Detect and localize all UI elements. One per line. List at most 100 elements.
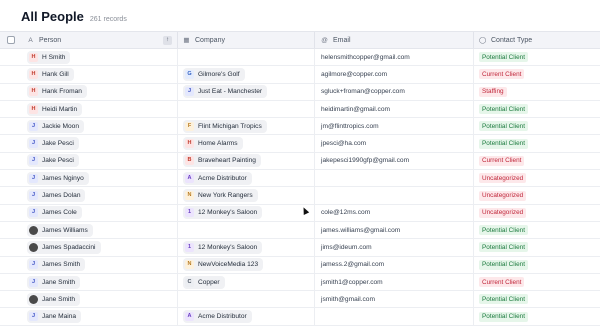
email-value[interactable]: jakepesci1990gfp@gmail.com (321, 157, 409, 164)
email-cell[interactable]: cole@12ms.com (315, 204, 474, 221)
email-cell[interactable] (315, 308, 474, 325)
company-cell[interactable]: A Acme Distributor (178, 308, 315, 325)
company-cell[interactable]: 1 12 Monkey's Saloon (178, 204, 315, 221)
person-chip[interactable]: J Jackie Moon (27, 119, 85, 133)
contact-type-cell[interactable]: Potential Client (474, 308, 600, 324)
person-cell[interactable]: James Williams (21, 221, 178, 239)
company-cell[interactable]: J Just Eat - Manchester (178, 83, 315, 100)
company-cell[interactable] (178, 49, 315, 66)
email-cell[interactable]: sgluck+froman@copper.com (315, 83, 474, 100)
email-cell[interactable] (315, 187, 474, 204)
table-row[interactable]: H H Smith helensmithcopper@gmail.com Pot… (0, 49, 600, 67)
email-value[interactable]: heidimartin@gmail.com (321, 106, 390, 113)
contact-type-cell[interactable]: Uncategorized (474, 170, 600, 186)
company-chip[interactable]: G Gilmore's Golf (183, 67, 245, 81)
table-row[interactable]: J James Smith N NewVoiceMedia 123 jamess… (0, 256, 600, 274)
person-cell[interactable]: J Jake Pesci (21, 152, 178, 170)
email-cell[interactable]: heidimartin@gmail.com (315, 100, 474, 118)
email-cell[interactable]: jm@flinttropics.com (315, 118, 474, 135)
person-chip[interactable]: H H Smith (27, 50, 71, 64)
contact-type-cell[interactable]: Current Client (474, 66, 600, 82)
person-cell[interactable]: James Spadaccini (21, 239, 178, 256)
person-cell[interactable]: H Hank Froman (21, 83, 178, 100)
person-chip[interactable]: H Heidi Martin (27, 102, 83, 116)
table-row[interactable]: J James Nginyo A Acme Distributor Uncate… (0, 170, 600, 188)
email-cell[interactable]: jims@ideum.com (315, 239, 474, 256)
company-chip[interactable]: A Acme Distributor (183, 171, 252, 185)
table-row[interactable]: H Hank Gill G Gilmore's Golf agilmore@co… (0, 66, 600, 84)
column-header-email[interactable]: @ Email (315, 32, 474, 48)
table-row[interactable]: J Jane Smith C Copper jsmith1@copper.com… (0, 273, 600, 292)
contact-type-cell[interactable]: Potential Client (474, 239, 600, 255)
email-cell[interactable]: helensmithcopper@gmail.com (315, 49, 474, 66)
company-chip[interactable]: B Braveheart Painting (183, 154, 261, 168)
contact-type-cell[interactable]: Staffing (474, 84, 600, 100)
person-chip[interactable]: James Spadaccini (27, 240, 101, 254)
person-chip[interactable]: Jane Smith (27, 292, 80, 306)
company-chip[interactable]: 1 12 Monkey's Saloon (183, 206, 263, 220)
contact-type-cell[interactable]: Potential Client (474, 118, 600, 134)
contact-type-cell[interactable]: Current Client (474, 274, 600, 290)
person-cell[interactable]: J Jake Pesci (21, 135, 178, 152)
email-cell[interactable]: james.williams@gmail.com (315, 221, 474, 239)
contact-type-cell[interactable]: Potential Client (474, 291, 600, 307)
company-chip[interactable]: N NewVoiceMedia 123 (183, 258, 264, 272)
contact-type-cell[interactable]: Uncategorized (474, 187, 600, 203)
email-value[interactable]: jims@ideum.com (321, 244, 372, 251)
company-cell[interactable]: F Flint Michigan Tropics (178, 118, 315, 135)
company-chip[interactable]: N New York Rangers (183, 189, 258, 203)
company-cell[interactable]: G Gilmore's Golf (178, 66, 315, 83)
contact-type-cell[interactable]: Potential Client (474, 222, 600, 238)
company-cell[interactable] (178, 100, 315, 118)
email-cell[interactable] (315, 170, 474, 187)
person-cell[interactable]: J James Cole (21, 204, 178, 221)
contact-type-cell[interactable]: Potential Client (474, 49, 600, 65)
email-cell[interactable]: jakepesci1990gfp@gmail.com (315, 152, 474, 170)
column-header-person[interactable]: A Person ↑ (21, 32, 178, 48)
company-cell[interactable]: H Home Alarms (178, 135, 315, 152)
table-row[interactable]: James Spadaccini 1 12 Monkey's Saloon ji… (0, 239, 600, 257)
table-row[interactable]: J Jake Pesci B Braveheart Painting jakep… (0, 152, 600, 171)
company-cell[interactable]: 1 12 Monkey's Saloon (178, 239, 315, 256)
person-cell[interactable]: H Heidi Martin (21, 100, 178, 118)
person-cell[interactable]: J James Dolan (21, 187, 178, 204)
email-value[interactable]: cole@12ms.com (321, 209, 370, 216)
email-cell[interactable]: jpesci@ha.com (315, 135, 474, 152)
contact-type-cell[interactable]: Potential Client (474, 135, 600, 151)
company-chip[interactable]: C Copper (183, 275, 225, 289)
person-cell[interactable]: J Jackie Moon (21, 118, 178, 135)
company-cell[interactable] (178, 221, 315, 239)
person-chip[interactable]: H Hank Gill (27, 67, 74, 81)
person-cell[interactable]: J James Smith (21, 256, 178, 273)
email-value[interactable]: jsmith@gmail.com (321, 296, 375, 303)
email-value[interactable]: jamess.2@gmail.com (321, 261, 384, 268)
person-cell[interactable]: H Hank Gill (21, 66, 178, 83)
company-chip[interactable]: F Flint Michigan Tropics (183, 119, 267, 133)
email-value[interactable]: jsmith1@copper.com (321, 279, 383, 286)
email-value[interactable]: agilmore@copper.com (321, 71, 387, 78)
company-cell[interactable]: N New York Rangers (178, 187, 315, 204)
person-cell[interactable]: J Jane Maina (21, 308, 178, 325)
contact-type-cell[interactable]: Potential Client (474, 101, 600, 117)
table-row[interactable]: Jane Smith jsmith@gmail.com Potential Cl… (0, 291, 600, 309)
person-chip[interactable]: J Jane Maina (27, 310, 82, 324)
email-value[interactable]: helensmithcopper@gmail.com (321, 54, 410, 61)
email-value[interactable]: jm@flinttropics.com (321, 123, 379, 130)
email-cell[interactable]: agilmore@copper.com (315, 66, 474, 83)
company-cell[interactable]: A Acme Distributor (178, 170, 315, 187)
person-cell[interactable]: J Jane Smith (21, 273, 178, 291)
email-value[interactable]: james.williams@gmail.com (321, 227, 400, 234)
person-cell[interactable]: Jane Smith (21, 291, 178, 308)
contact-type-cell[interactable]: Uncategorized (474, 205, 600, 221)
company-chip[interactable]: H Home Alarms (183, 137, 243, 151)
company-cell[interactable]: N NewVoiceMedia 123 (178, 256, 315, 273)
person-chip[interactable]: J Jake Pesci (27, 137, 79, 151)
sort-ascending-icon[interactable]: ↑ (163, 36, 172, 45)
company-chip[interactable]: J Just Eat - Manchester (183, 85, 268, 99)
company-chip[interactable]: 1 12 Monkey's Saloon (183, 240, 263, 254)
company-cell[interactable]: C Copper (178, 273, 315, 291)
table-row[interactable]: J Jane Maina A Acme Distributor Potentia… (0, 308, 600, 326)
contact-type-cell[interactable]: Potential Client (474, 257, 600, 273)
select-all-checkbox[interactable] (6, 36, 15, 44)
company-cell[interactable] (178, 291, 315, 308)
